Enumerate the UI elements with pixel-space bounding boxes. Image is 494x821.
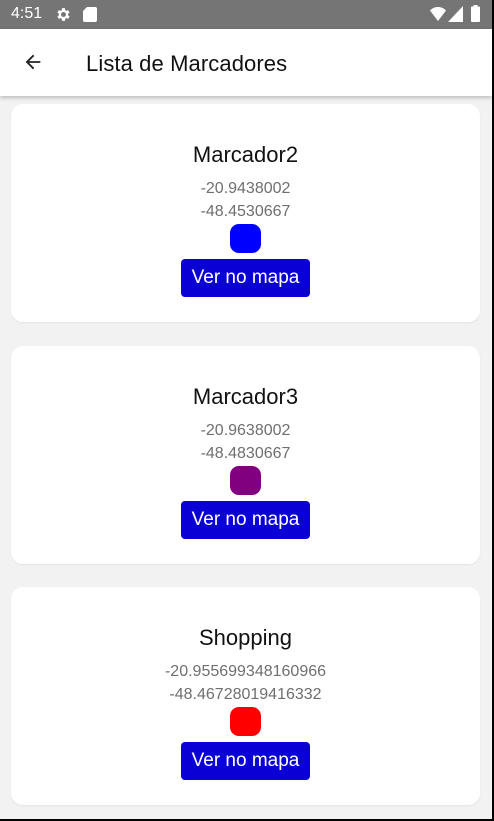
view-on-map-button[interactable]: Ver no mapa bbox=[181, 501, 310, 539]
marker-name: Marcador3 bbox=[192, 384, 299, 409]
status-bar: 4:51 bbox=[0, 0, 492, 29]
marker-latitude: -20.9638002 bbox=[200, 422, 291, 439]
marker-card: Marcador2 -20.9438002 -48.4530667 Ver no… bbox=[11, 104, 480, 322]
marker-longitude: -48.46728019416332 bbox=[169, 686, 322, 703]
marker-color-swatch bbox=[230, 707, 261, 736]
status-time: 4:51 bbox=[11, 5, 43, 22]
battery-icon bbox=[471, 5, 480, 22]
sd-card-icon bbox=[83, 7, 97, 22]
gear-icon bbox=[57, 8, 70, 21]
arrow-back-icon[interactable] bbox=[22, 51, 44, 73]
marker-latitude: -20.9438002 bbox=[200, 180, 291, 197]
marker-card: Shopping -20.955699348160966 -48.4672801… bbox=[11, 587, 480, 805]
view-on-map-button[interactable]: Ver no mapa bbox=[181, 259, 310, 297]
marker-latitude: -20.955699348160966 bbox=[164, 663, 327, 680]
marker-card: Marcador3 -20.9638002 -48.4830667 Ver no… bbox=[11, 346, 480, 564]
marker-color-swatch bbox=[230, 466, 261, 495]
app-bar: Lista de Marcadores bbox=[0, 29, 492, 96]
marker-name: Marcador2 bbox=[192, 142, 299, 167]
view-on-map-button[interactable]: Ver no mapa bbox=[181, 742, 310, 780]
signal-icon bbox=[448, 6, 463, 22]
marker-longitude: -48.4830667 bbox=[200, 445, 291, 462]
screen: 4:51 Lista de Marcadores Marcador2 -20.9… bbox=[0, 0, 492, 819]
marker-longitude: -48.4530667 bbox=[200, 203, 291, 220]
marker-name: Shopping bbox=[199, 625, 292, 650]
marker-color-swatch bbox=[230, 224, 261, 253]
page-title: Lista de Marcadores bbox=[86, 51, 288, 76]
wifi-icon bbox=[430, 7, 446, 21]
